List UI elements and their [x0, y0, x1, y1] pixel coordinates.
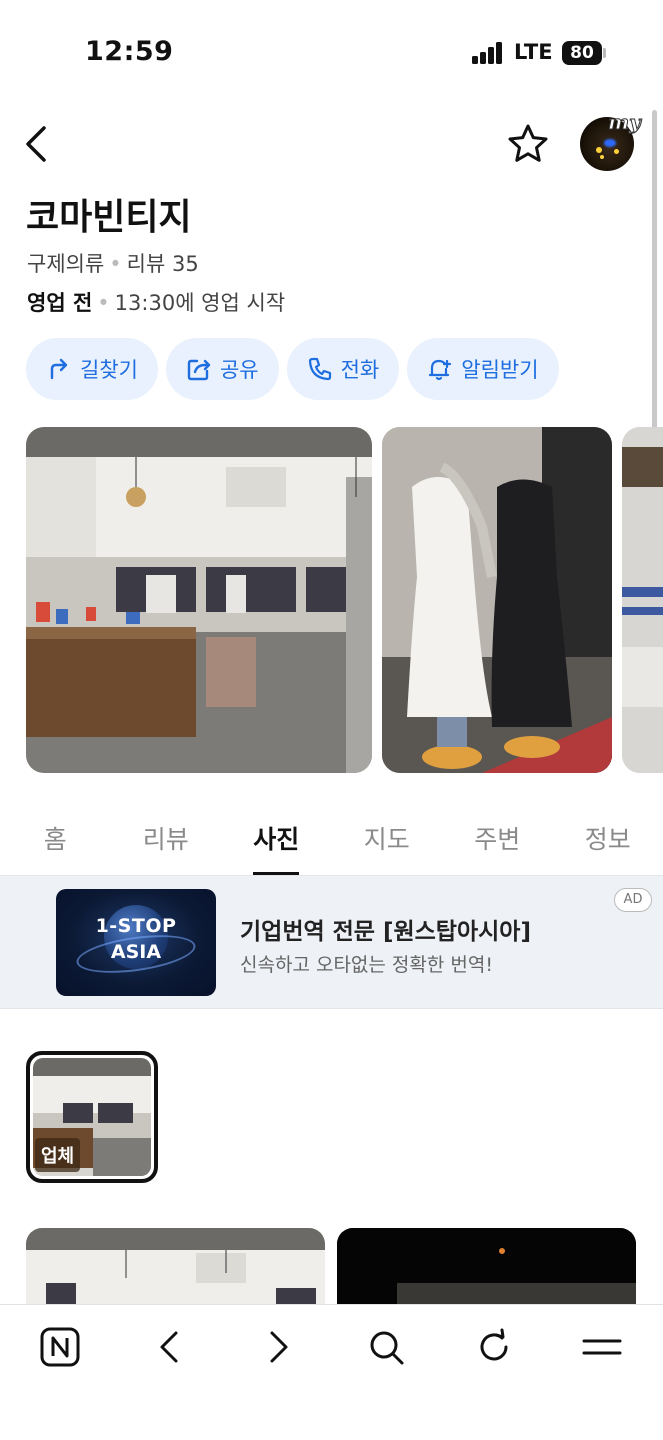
search-icon — [370, 1331, 404, 1365]
store-interior-image — [26, 427, 372, 773]
category-thumbnail: 업체 — [33, 1058, 151, 1176]
battery-icon: 80 — [562, 41, 602, 65]
call-button[interactable]: 전화 — [286, 338, 400, 400]
review-count-link[interactable]: 리뷰 35 — [127, 252, 199, 276]
share-button[interactable]: 공유 — [165, 338, 279, 400]
notify-button[interactable]: 알림받기 — [407, 338, 559, 400]
naver-n-icon — [40, 1327, 80, 1367]
store-interior-photo[interactable] — [26, 427, 372, 773]
tab-reviews[interactable]: 리뷰 — [111, 800, 222, 875]
hours-note: 13:30에 영업 시작 — [114, 291, 286, 315]
hamburger-menu-icon — [582, 1339, 622, 1355]
tab-photos[interactable]: 사진 — [221, 800, 332, 875]
photo-category-business[interactable]: 업체 — [26, 1051, 158, 1183]
share-label: 공유 — [219, 358, 259, 382]
status-bar: 12:59 LTE 80 — [0, 0, 663, 100]
ad-banner[interactable]: 1-STOP ASIA 기업번역 전문 [원스탑아시아] 신속하고 오타없는 정… — [0, 876, 663, 1009]
ad-description: 신속하고 오타없는 정확한 번역! — [240, 954, 493, 976]
clothing-rack-photo[interactable] — [622, 427, 663, 773]
search-button[interactable] — [364, 1325, 408, 1369]
status-time: 12:59 — [85, 36, 174, 67]
separator-dot: • — [97, 291, 110, 315]
signal-icon — [472, 42, 504, 64]
tab-info[interactable]: 정보 — [553, 800, 663, 875]
category-label: 업체 — [35, 1138, 81, 1172]
tab-map[interactable]: 지도 — [332, 800, 443, 875]
browser-toolbar — [0, 1304, 663, 1440]
business-hours[interactable]: 영업 전 • 13:30에 영업 시작 — [27, 287, 285, 317]
place-meta: 구제의류 • 리뷰 35 — [27, 248, 199, 278]
chevron-right-icon — [270, 1331, 288, 1363]
place-category: 구제의류 — [27, 252, 105, 276]
separator-dot: • — [109, 252, 122, 276]
ad-title: 기업번역 전문 [원스탑아시아] — [240, 919, 531, 945]
nav-forward-button[interactable] — [256, 1325, 300, 1369]
my-badge: my — [608, 110, 642, 135]
battery-tip — [603, 48, 606, 58]
notify-label: 알림받기 — [461, 358, 539, 382]
ad-logo-line1: 1-STOP — [95, 915, 177, 937]
clothing-rack-image — [622, 427, 663, 773]
favorite-button[interactable] — [506, 122, 550, 166]
directions-button[interactable]: 길찾기 — [26, 338, 158, 400]
directions-icon — [50, 358, 68, 380]
place-name: 코마빈티지 — [26, 197, 192, 238]
business-status: 영업 전 — [27, 291, 93, 315]
directions-label: 길찾기 — [80, 358, 138, 382]
menu-button[interactable] — [580, 1325, 624, 1369]
ad-logo-line2: ASIA — [110, 941, 162, 963]
refresh-button[interactable] — [472, 1325, 516, 1369]
naver-home-button[interactable] — [38, 1325, 82, 1369]
mannequin-photo[interactable] — [382, 427, 612, 773]
bell-plus-icon — [429, 359, 452, 381]
tab-nearby[interactable]: 주변 — [442, 800, 553, 875]
chevron-left-icon — [160, 1331, 178, 1363]
refresh-icon — [480, 1328, 508, 1361]
mannequin-image — [382, 427, 612, 773]
ad-logo: 1-STOP ASIA — [56, 889, 216, 996]
call-label: 전화 — [340, 358, 380, 382]
chevron-left-icon — [26, 126, 46, 162]
share-icon — [187, 359, 211, 381]
network-label: LTE — [514, 40, 553, 64]
back-button[interactable] — [20, 122, 60, 166]
action-buttons: 길찾기 공유 전화 알림받기 — [26, 338, 559, 400]
tab-home[interactable]: 홈 — [0, 800, 111, 875]
ad-badge: AD — [614, 888, 652, 912]
star-icon — [508, 124, 548, 162]
nav-back-button[interactable] — [148, 1325, 192, 1369]
section-tabs: 홈 리뷰 사진 지도 주변 정보 — [0, 800, 663, 876]
phone-icon — [308, 357, 331, 381]
